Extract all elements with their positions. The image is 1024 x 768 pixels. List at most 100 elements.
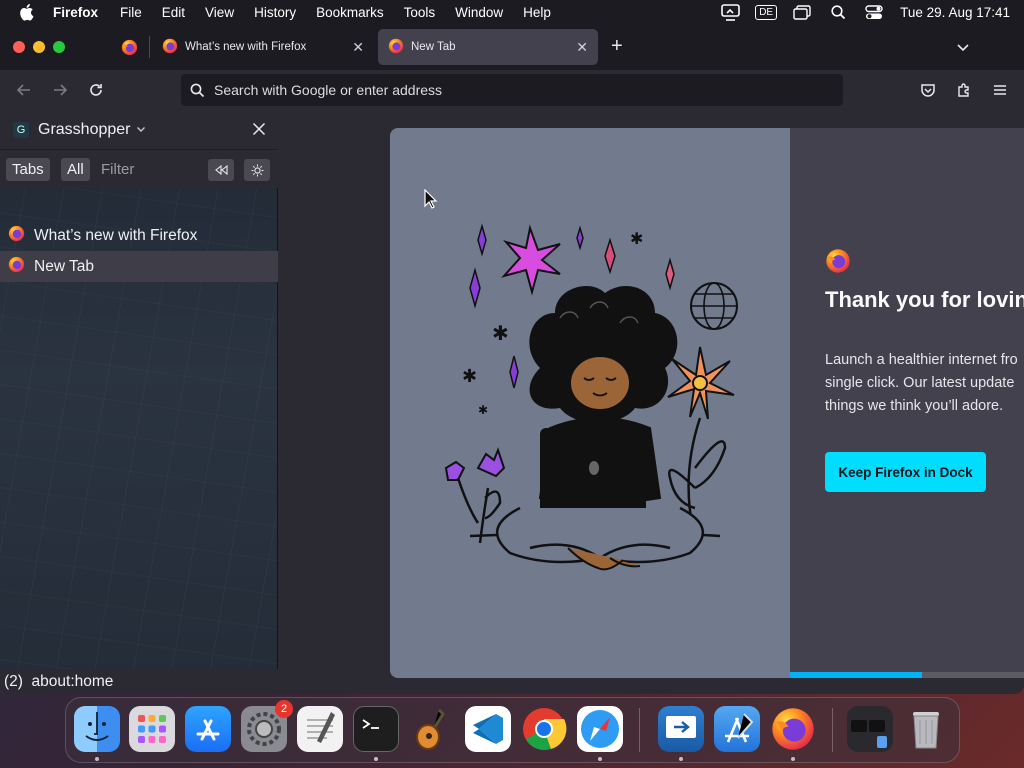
hamburger-menu-icon[interactable] [990,80,1010,100]
app-store-icon[interactable] [185,706,231,752]
finder-icon[interactable] [74,706,120,752]
downloads-folder-icon[interactable] [847,706,893,752]
firefox-window: What’s new with Firefox ✕ New Tab ✕ + Se… [0,24,1024,694]
window-zoom-button[interactable] [53,41,65,53]
apple-icon[interactable] [18,3,36,21]
running-indicator [598,757,602,761]
window-minimize-button[interactable] [33,41,45,53]
macos-dock: 2 [65,697,960,763]
window-close-button[interactable] [13,41,25,53]
screen-sharing-icon[interactable] [658,706,704,752]
extensions-puzzle-icon[interactable] [954,80,974,100]
menu-tools[interactable]: Tools [404,5,436,20]
firefox-icon [8,225,25,247]
running-indicator [791,757,795,761]
sidebar-tab-title: What’s new with Firefox [34,226,198,244]
theme-sun-icon[interactable] [244,159,270,181]
stage-manager-icon[interactable] [792,3,812,21]
sidebar-filter-tabs[interactable]: Tabs [6,158,50,181]
svg-text:✱: ✱ [462,366,477,386]
close-tab-icon[interactable]: ✕ [576,39,588,56]
menubar-clock[interactable]: Tue 29. Aug 17:41 [900,5,1010,20]
svg-text:✱: ✱ [492,323,509,345]
url-input[interactable] [214,82,814,98]
running-indicator [679,757,683,761]
firefox-icon[interactable] [770,706,816,752]
list-all-tabs-chevron-icon[interactable] [955,39,971,60]
onboarding-progress [790,672,1024,678]
menu-help[interactable]: Help [523,5,551,20]
sidebar-status-bar: (2) about:home [0,669,278,694]
trash-icon[interactable] [903,706,949,752]
menu-file[interactable]: File [120,5,142,20]
tab-strip: What’s new with Firefox ✕ New Tab ✕ + [0,24,1024,70]
firefox-icon [162,38,178,57]
sidebar-close-icon[interactable] [252,122,266,141]
sidebar-filter-input[interactable]: Filter [95,158,140,181]
pinned-tab-firefox[interactable] [110,28,148,66]
input-source-icon[interactable]: DE [755,3,778,21]
svg-text:✱: ✱ [630,231,643,248]
new-tab-page: ✱ ✱ ✱ ✱ Thank you for loving Launch a he… [278,110,1024,694]
sidebar-tab-item-active[interactable]: New Tab [0,251,278,282]
dock-separator [832,708,833,752]
tab-whats-new[interactable]: What’s new with Firefox ✕ [152,29,374,65]
collapse-rewind-icon[interactable] [208,159,234,181]
textedit-icon[interactable] [297,706,343,752]
sidebar-tab-list: What’s new with Firefox New Tab [0,220,278,282]
menu-view[interactable]: View [205,5,234,20]
sidebar-title[interactable]: Grasshopper [38,121,131,139]
firefox-logo-icon [825,248,851,279]
forward-arrow-icon[interactable] [50,80,70,100]
running-indicator [374,757,378,761]
menu-app-name[interactable]: Firefox [53,5,98,20]
xcode-icon[interactable] [714,706,760,752]
menu-bar: Firefox File Edit View History Bookmarks… [0,0,1024,24]
chevron-down-icon[interactable] [136,121,146,139]
terminal-icon[interactable] [353,706,399,752]
dock-separator [639,708,640,752]
tab-title: What’s new with Firefox [185,41,307,53]
onboarding-progress-fill [790,672,922,678]
menu-window[interactable]: Window [455,5,503,20]
menu-edit[interactable]: Edit [162,5,185,20]
system-settings-icon[interactable]: 2 [241,700,293,752]
input-source-label: DE [755,4,778,20]
search-icon [190,83,205,98]
tab-divider [149,36,150,58]
svg-text:✱: ✱ [478,403,488,417]
notification-badge: 2 [275,700,293,718]
screen-mirroring-icon[interactable] [720,3,740,21]
garageband-icon[interactable] [409,706,455,752]
running-indicator [95,757,99,761]
close-tab-icon[interactable]: ✕ [352,39,364,56]
pocket-icon[interactable] [918,80,938,100]
spotlight-search-icon[interactable] [828,3,848,21]
new-tab-plus-icon[interactable]: + [611,36,623,56]
onboarding-title: Thank you for loving [825,287,1024,312]
sidebar-toolbar: Tabs All Filter [0,150,278,188]
firefox-icon [8,256,25,278]
grasshopper-sidebar: G Grasshopper Tabs All Filter What’s new… [0,110,278,694]
tab-title: New Tab [411,41,456,53]
sidebar-tab-title: New Tab [34,257,95,275]
menu-history[interactable]: History [254,5,296,20]
address-bar[interactable] [181,74,843,106]
firefox-icon [388,38,404,57]
launchpad-icon[interactable] [129,706,175,752]
onboarding-description: Launch a healthier internet fro single c… [825,352,1018,414]
navigation-toolbar [0,70,1024,110]
sidebar-tab-item[interactable]: What’s new with Firefox [0,220,278,251]
tab-new-tab[interactable]: New Tab ✕ [378,29,598,65]
vscode-icon[interactable] [465,706,511,752]
menu-bookmarks[interactable]: Bookmarks [316,5,384,20]
onboarding-illustration: ✱ ✱ ✱ ✱ [390,128,790,678]
control-center-icon[interactable] [864,3,884,21]
sidebar-filter-all[interactable]: All [61,158,90,181]
mouse-pointer-icon [424,188,438,214]
back-arrow-icon[interactable] [14,80,34,100]
reload-icon[interactable] [86,80,106,100]
chrome-icon[interactable] [521,706,567,752]
keep-in-dock-button[interactable]: Keep Firefox in Dock [825,452,986,492]
safari-icon[interactable] [577,706,623,752]
